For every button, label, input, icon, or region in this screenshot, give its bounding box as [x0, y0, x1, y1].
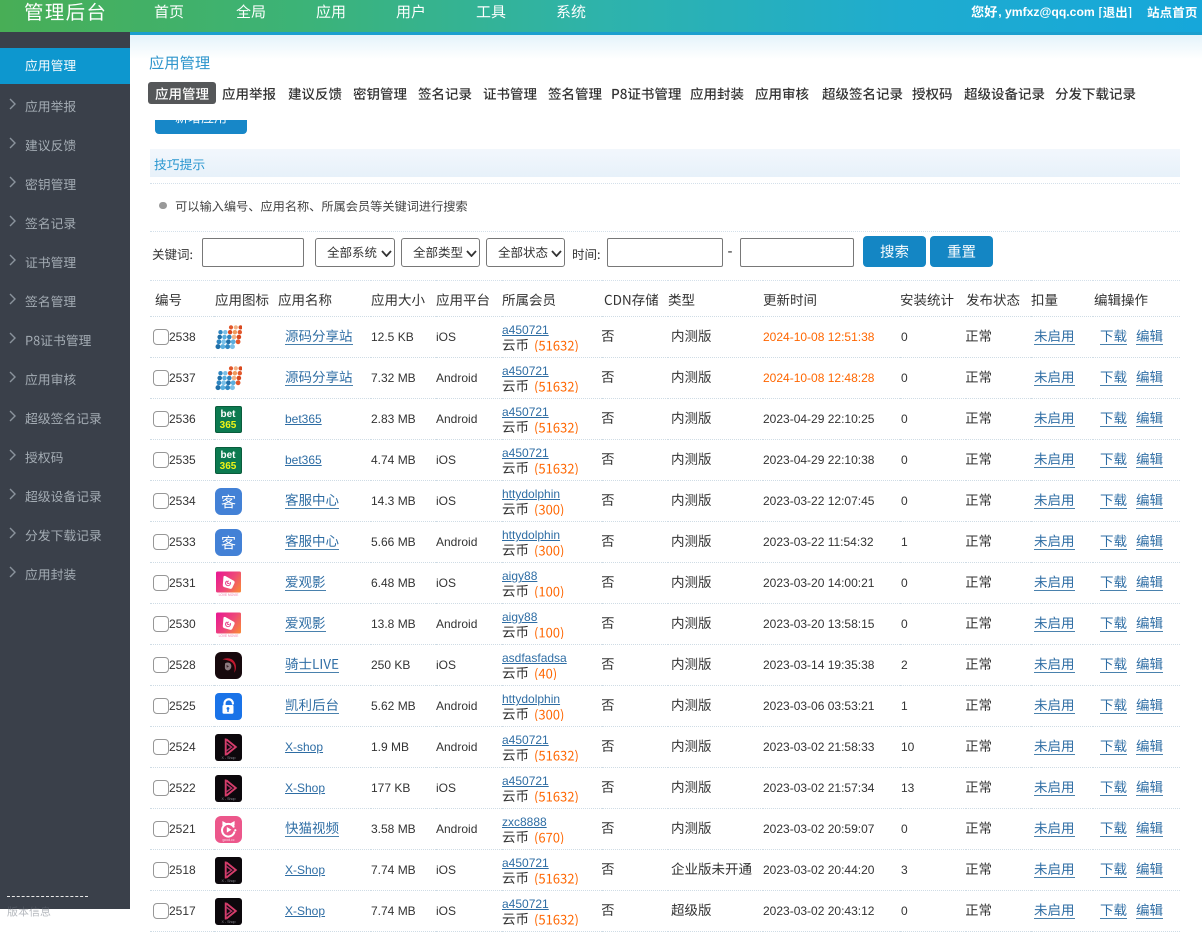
- svg-text:good.cc: good.cc: [222, 837, 234, 841]
- svg-text:X - Shop: X - Shop: [221, 878, 235, 882]
- svg-text:LOVE MOVIE: LOVE MOVIE: [218, 634, 238, 638]
- svg-text:X - Shop: X - Shop: [221, 796, 235, 800]
- svg-text:X - Shop: X - Shop: [221, 919, 235, 923]
- svg-text:X - Shop: X - Shop: [221, 755, 235, 759]
- svg-text:LOVE MOVIE: LOVE MOVIE: [218, 593, 238, 597]
